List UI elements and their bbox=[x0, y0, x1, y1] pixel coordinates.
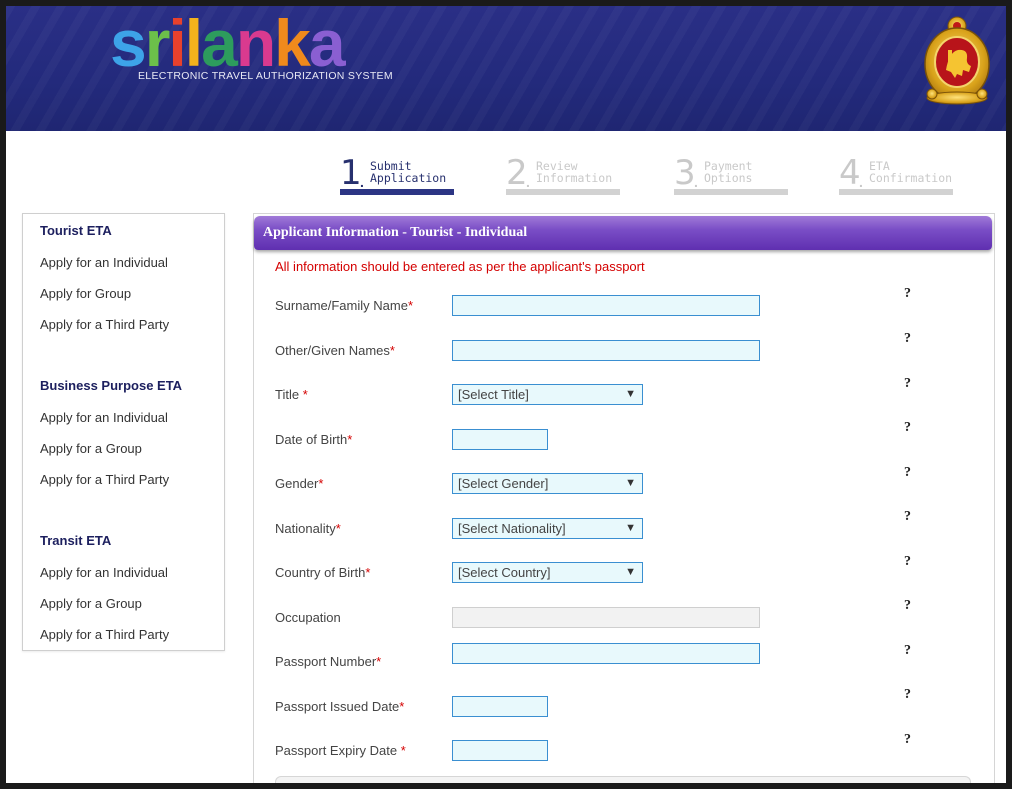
progress-steps: 1 . Submit Application 2 . Review Informat… bbox=[340, 153, 953, 195]
sidebar-link-transit-individual[interactable]: Apply for an Individual bbox=[40, 565, 168, 580]
surname-input[interactable] bbox=[452, 295, 760, 316]
sidebar-link-business-third-party[interactable]: Apply for a Third Party bbox=[40, 472, 169, 487]
passport-expiry-help-icon[interactable]: ? bbox=[904, 732, 911, 748]
step-indicator-bar bbox=[839, 189, 953, 195]
occupation-help-icon[interactable]: ? bbox=[904, 598, 911, 614]
sidebar-link-tourist-group[interactable]: Apply for Group bbox=[40, 286, 131, 301]
passport-number-help-icon[interactable]: ? bbox=[904, 643, 911, 659]
nationality-select[interactable]: [Select Nationality] ▼ bbox=[452, 518, 643, 539]
title-select[interactable]: [Select Title] ▼ bbox=[452, 384, 643, 405]
dob-input[interactable] bbox=[452, 429, 548, 450]
country-of-birth-select[interactable]: [Select Country] ▼ bbox=[452, 562, 643, 583]
logo-letter: i bbox=[168, 6, 186, 80]
sidebar-link-tourist-individual[interactable]: Apply for an Individual bbox=[40, 255, 168, 270]
sri-lanka-emblem-icon bbox=[924, 16, 990, 105]
chevron-down-icon: ▼ bbox=[625, 477, 636, 489]
gender-label: Gender* bbox=[275, 476, 324, 491]
logo-subtitle: ELECTRONIC TRAVEL AUTHORIZATION SYSTEM bbox=[138, 70, 393, 82]
panel-title: Applicant Information - Tourist - Indivi… bbox=[254, 216, 992, 250]
title-label: Title * bbox=[275, 387, 308, 402]
country-of-birth-help-icon[interactable]: ? bbox=[904, 554, 911, 570]
dob-label: Date of Birth* bbox=[275, 432, 353, 447]
step-indicator-bar bbox=[674, 189, 788, 195]
srilanka-logo[interactable]: srilanka bbox=[110, 6, 346, 80]
logo-letter: a bbox=[201, 6, 238, 80]
passport-expiry-label: Passport Expiry Date * bbox=[275, 743, 406, 758]
sidebar-link-tourist-third-party[interactable]: Apply for a Third Party bbox=[40, 317, 169, 332]
sidebar-link-business-group[interactable]: Apply for a Group bbox=[40, 441, 142, 456]
surname-label: Surname/Family Name* bbox=[275, 298, 413, 313]
given-names-input[interactable] bbox=[452, 340, 760, 361]
passport-note: All information should be entered as per… bbox=[275, 259, 645, 274]
gender-select[interactable]: [Select Gender] ▼ bbox=[452, 473, 643, 494]
passport-number-label: Passport Number* bbox=[275, 654, 382, 669]
sidebar-heading-business: Business Purpose ETA bbox=[40, 378, 183, 393]
passport-number-input[interactable] bbox=[452, 643, 760, 664]
occupation-label: Occupation bbox=[275, 610, 341, 625]
gender-help-icon[interactable]: ? bbox=[904, 465, 911, 481]
logo-letter: k bbox=[274, 6, 311, 80]
passport-expiry-date-input[interactable] bbox=[452, 740, 548, 761]
passport-issued-date-input[interactable] bbox=[452, 696, 548, 717]
passport-issued-help-icon[interactable]: ? bbox=[904, 687, 911, 703]
sidebar-heading-tourist: Tourist ETA bbox=[40, 223, 112, 238]
sidebar-link-business-individual[interactable]: Apply for an Individual bbox=[40, 410, 168, 425]
given-names-help-icon[interactable]: ? bbox=[904, 331, 911, 347]
site-header: srilanka ELECTRONIC TRAVEL AUTHORIZATION… bbox=[6, 6, 1006, 131]
next-section-box bbox=[275, 776, 971, 783]
applicant-form-panel: Applicant Information - Tourist - Indivi… bbox=[253, 213, 995, 783]
nationality-label: Nationality* bbox=[275, 521, 341, 536]
sidebar-link-transit-group[interactable]: Apply for a Group bbox=[40, 596, 142, 611]
title-help-icon[interactable]: ? bbox=[904, 376, 911, 392]
logo-letter: s bbox=[110, 6, 147, 80]
sidebar-link-transit-third-party[interactable]: Apply for a Third Party bbox=[40, 627, 169, 642]
nationality-help-icon[interactable]: ? bbox=[904, 509, 911, 525]
chevron-down-icon: ▼ bbox=[625, 566, 636, 578]
chevron-down-icon: ▼ bbox=[625, 522, 636, 534]
sidebar-heading-transit: Transit ETA bbox=[40, 533, 112, 548]
step-indicator-bar bbox=[506, 189, 620, 195]
dob-help-icon[interactable]: ? bbox=[904, 420, 911, 436]
logo-letter: a bbox=[308, 6, 346, 80]
passport-issued-label: Passport Issued Date* bbox=[275, 699, 405, 714]
sidebar-menu: Tourist ETA Apply for an Individual Appl… bbox=[22, 213, 225, 651]
logo-letter: n bbox=[235, 6, 276, 80]
occupation-input[interactable] bbox=[452, 607, 760, 628]
logo-letter: r bbox=[144, 6, 171, 80]
logo-letter: l bbox=[184, 6, 203, 80]
surname-help-icon[interactable]: ? bbox=[904, 286, 911, 302]
browser-viewport: srilanka ELECTRONIC TRAVEL AUTHORIZATION… bbox=[6, 6, 1006, 783]
given-names-label: Other/Given Names* bbox=[275, 343, 395, 358]
country-of-birth-label: Country of Birth* bbox=[275, 565, 371, 580]
step-indicator-bar bbox=[340, 189, 454, 195]
chevron-down-icon: ▼ bbox=[625, 388, 636, 400]
